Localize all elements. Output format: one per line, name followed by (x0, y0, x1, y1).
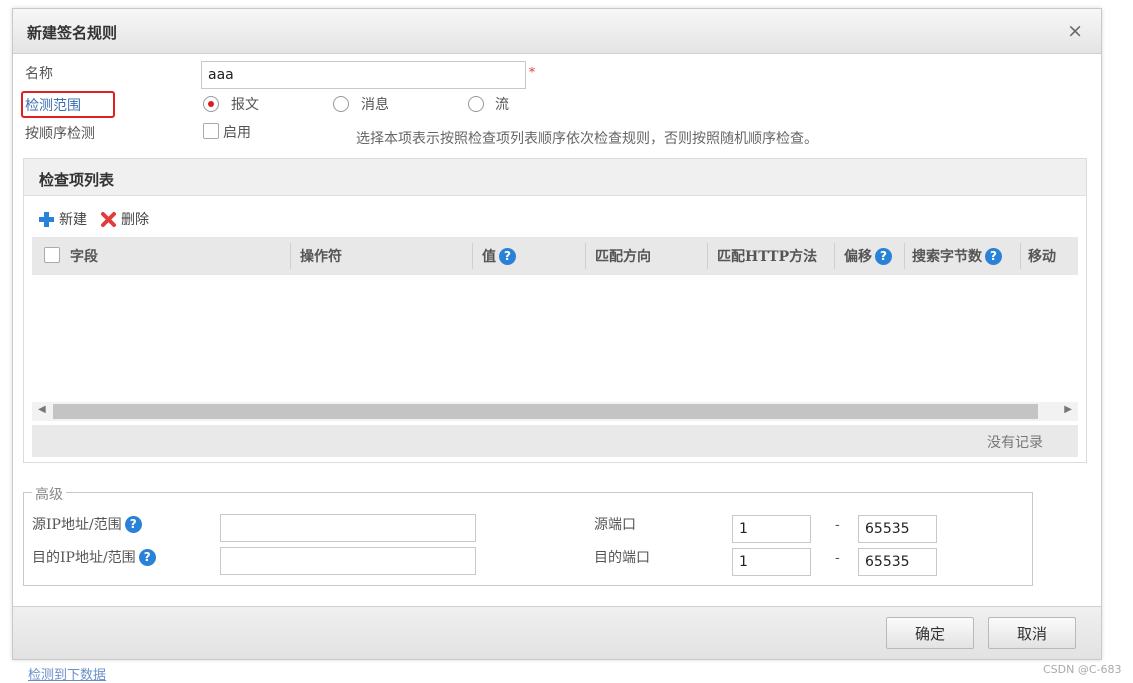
advanced-fieldset: 高级 源IP地址/范围 ? 目的IP地址/范围 ? 源端口 - 目的端口 - (23, 484, 1033, 586)
column-separator (585, 243, 586, 269)
column-separator (834, 243, 835, 269)
name-input[interactable] (201, 61, 526, 89)
delete-check-button[interactable]: 删除 (100, 209, 149, 229)
order-enable-label[interactable]: 启用 (223, 122, 251, 142)
check-list-header: 检查项列表 (24, 159, 1086, 196)
dst-ip-input[interactable] (220, 547, 476, 575)
scope-option-message[interactable]: 消息 (361, 94, 389, 114)
column-value[interactable]: 值 ? (482, 246, 516, 266)
column-operator[interactable]: 操作符 (300, 246, 342, 266)
dst-port-from-input[interactable] (732, 548, 811, 576)
dialog-title: 新建签名规则 (27, 24, 118, 42)
scope-option-stream[interactable]: 流 (495, 94, 509, 114)
column-offset-label: 偏移 (844, 249, 872, 265)
scrollbar-thumb[interactable] (53, 404, 1038, 419)
scope-radio-packet[interactable] (203, 96, 219, 112)
help-icon[interactable]: ? (875, 247, 892, 265)
column-field[interactable]: 字段 (70, 246, 98, 266)
watermark: CSDN @C-683 (1043, 663, 1122, 676)
column-offset[interactable]: 偏移 ? (844, 246, 892, 266)
table-footer: 没有记录 (32, 425, 1078, 457)
column-value-label: 值 (482, 249, 496, 265)
column-move[interactable]: 移动 (1028, 246, 1056, 266)
name-label: 名称 (25, 66, 53, 82)
column-separator (904, 243, 905, 269)
dst-port-to-input[interactable] (858, 548, 937, 576)
order-enable-checkbox[interactable] (203, 123, 219, 139)
src-port-to-input[interactable] (858, 515, 937, 543)
column-separator (472, 243, 473, 269)
column-separator (707, 243, 708, 269)
column-separator (290, 243, 291, 269)
plus-icon (39, 211, 54, 227)
add-check-label: 新建 (59, 212, 87, 228)
scroll-right-icon[interactable]: ▶ (1064, 404, 1072, 415)
src-ip-label-text: 源IP地址/范围 (32, 517, 122, 533)
help-icon[interactable]: ? (985, 247, 1002, 265)
dialog-titlebar[interactable]: 新建签名规则 × (13, 9, 1101, 54)
column-separator (1020, 243, 1021, 269)
help-icon[interactable]: ? (138, 548, 156, 566)
scope-radio-stream[interactable] (468, 96, 484, 112)
dst-port-dash: - (835, 550, 840, 566)
src-port-label: 源端口 (594, 517, 636, 533)
src-port-dash: - (835, 517, 840, 533)
column-search-bytes-label: 搜索字节数 (912, 249, 982, 265)
src-ip-label: 源IP地址/范围 ? (32, 514, 142, 534)
order-label: 按顺序检测 (25, 126, 95, 142)
scroll-left-icon[interactable]: ◀ (38, 404, 46, 415)
scope-radio-message[interactable] (333, 96, 349, 112)
src-ip-input[interactable] (220, 514, 476, 542)
horizontal-scrollbar[interactable]: ◀ ▶ (32, 402, 1078, 421)
delete-x-icon (101, 211, 116, 227)
help-icon[interactable]: ? (124, 515, 142, 533)
scope-label: 检测范围 (25, 98, 81, 114)
new-signature-rule-dialog: 新建签名规则 × 名称 * 检测范围 报文 消息 流 按顺序检测 启用 选择本项… (12, 8, 1102, 660)
select-all-checkbox[interactable] (44, 247, 60, 263)
no-records-text: 没有记录 (987, 435, 1043, 451)
check-list-section: 检查项列表 新建 删除 字段 操作符 值 ? 匹配方向 匹配HTTP方法 偏移 … (23, 158, 1087, 463)
column-search-bytes[interactable]: 搜索字节数 ? (912, 246, 1002, 266)
add-check-button[interactable]: 新建 (38, 209, 87, 229)
advanced-legend: 高级 (32, 484, 66, 504)
confirm-button[interactable]: 确定 (886, 617, 974, 649)
check-list-table-header: 字段 操作符 值 ? 匹配方向 匹配HTTP方法 偏移 ? 搜索字节数 ? 移动 (32, 237, 1078, 275)
cancel-button[interactable]: 取消 (988, 617, 1076, 649)
dialog-button-bar: 确定 取消 (13, 606, 1101, 659)
column-match-direction[interactable]: 匹配方向 (595, 246, 651, 266)
dst-port-label: 目的端口 (594, 550, 650, 566)
required-mark: * (529, 65, 535, 79)
close-icon[interactable]: × (1067, 20, 1083, 42)
delete-check-label: 删除 (121, 212, 149, 228)
order-hint: 选择本项表示按照检查项列表顺序依次检查规则，否则按照随机顺序检查。 (356, 131, 818, 147)
dst-ip-label: 目的IP地址/范围 ? (32, 547, 156, 567)
dst-ip-label-text: 目的IP地址/范围 (32, 550, 136, 566)
check-list-title: 检查项列表 (39, 171, 115, 189)
background-link[interactable]: 检测到下数据 (28, 664, 106, 683)
scope-option-packet[interactable]: 报文 (231, 94, 259, 114)
src-port-from-input[interactable] (732, 515, 811, 543)
help-icon[interactable]: ? (499, 247, 516, 265)
column-match-http-method[interactable]: 匹配HTTP方法 (717, 246, 817, 266)
